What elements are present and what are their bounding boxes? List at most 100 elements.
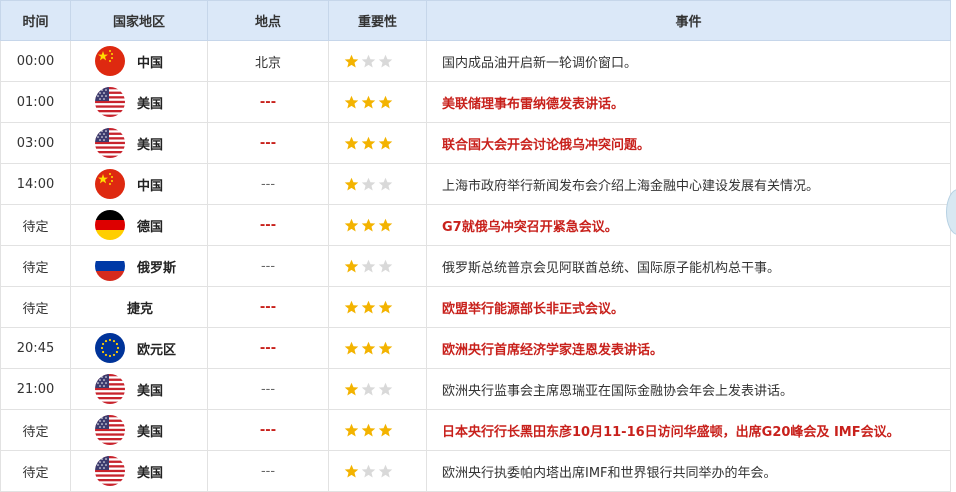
- row-location: ---: [207, 122, 329, 164]
- row-country-cell: 美国: [70, 122, 208, 164]
- row-country-cell: 美国: [70, 409, 208, 451]
- row-time: 待定: [0, 409, 71, 451]
- row-importance: [328, 40, 427, 82]
- row-country-cell: 捷克: [70, 286, 208, 328]
- star-empty-icon: [361, 464, 376, 479]
- china-flag-icon: [95, 169, 125, 199]
- table-row[interactable]: 待定 捷克 --- 欧盟举行能源部长非正式会议。: [0, 286, 951, 328]
- row-country-cell: 美国: [70, 368, 208, 410]
- table-body: 00:00 中国 北京 国内成品油开启新一轮调价窗口。 01:00 美国 ---…: [0, 40, 951, 492]
- star-empty-icon: [378, 54, 393, 69]
- country-name: 中国: [137, 55, 164, 71]
- star-filled-icon: [344, 464, 359, 479]
- country-name: 中国: [137, 178, 164, 194]
- star-filled-icon: [344, 300, 359, 315]
- table-row[interactable]: 待定 俄罗斯 --- 俄罗斯总统普京会见阿联酋总统、国际原子能机构总干事。: [0, 245, 951, 287]
- star-empty-icon: [378, 259, 393, 274]
- table-header-row: 时间 国家地区 地点 重要性 事件: [0, 0, 951, 41]
- usa-flag-icon: [95, 128, 125, 158]
- table-row[interactable]: 00:00 中国 北京 国内成品油开启新一轮调价窗口。: [0, 40, 951, 82]
- table-row[interactable]: 03:00 美国 --- 联合国大会开会讨论俄乌冲突问题。: [0, 122, 951, 164]
- usa-flag-icon: [95, 456, 125, 486]
- country-name: 俄罗斯: [137, 260, 177, 276]
- header-time: 时间: [0, 0, 71, 41]
- table-row[interactable]: 待定 美国 --- 欧洲央行执委帕内塔出席IMF和世界银行共同举办的年会。: [0, 450, 951, 492]
- usa-flag-icon: [95, 87, 125, 117]
- star-filled-icon: [344, 423, 359, 438]
- row-importance: [328, 204, 427, 246]
- china-flag-icon: [95, 46, 125, 76]
- star-filled-icon: [344, 54, 359, 69]
- table-row[interactable]: 21:00 美国 --- 欧洲央行监事会主席恩瑞亚在国际金融协会年会上发表讲话。: [0, 368, 951, 410]
- table-row[interactable]: 01:00 美国 --- 美联储理事布雷纳德发表讲话。: [0, 81, 951, 123]
- usa-flag-icon: [95, 415, 125, 445]
- row-event[interactable]: 俄罗斯总统普京会见阿联酋总统、国际原子能机构总干事。: [426, 245, 951, 287]
- table-row[interactable]: 20:45 欧元区 --- 欧洲央行首席经济学家连恩发表讲话。: [0, 327, 951, 369]
- row-country-cell: 美国: [70, 81, 208, 123]
- row-time: 待定: [0, 245, 71, 287]
- row-event[interactable]: 欧洲央行执委帕内塔出席IMF和世界银行共同举办的年会。: [426, 450, 951, 492]
- row-importance: [328, 286, 427, 328]
- country-name: 美国: [137, 137, 164, 153]
- star-filled-icon: [344, 136, 359, 151]
- row-event[interactable]: 国内成品油开启新一轮调价窗口。: [426, 40, 951, 82]
- row-time: 00:00: [0, 40, 71, 82]
- row-time: 20:45: [0, 327, 71, 369]
- star-filled-icon: [378, 95, 393, 110]
- star-filled-icon: [378, 423, 393, 438]
- star-filled-icon: [361, 423, 376, 438]
- country-name: 美国: [137, 465, 164, 481]
- row-time: 待定: [0, 286, 71, 328]
- row-importance: [328, 163, 427, 205]
- row-country-cell: 美国: [70, 450, 208, 492]
- row-event[interactable]: 美联储理事布雷纳德发表讲话。: [426, 81, 951, 123]
- row-event[interactable]: 欧洲央行监事会主席恩瑞亚在国际金融协会年会上发表讲话。: [426, 368, 951, 410]
- row-event[interactable]: 欧洲央行首席经济学家连恩发表讲话。: [426, 327, 951, 369]
- row-country-cell: 中国: [70, 40, 208, 82]
- economic-calendar-table: 时间 国家地区 地点 重要性 事件 00:00 中国 北京 国内成品油开启新一轮…: [0, 0, 951, 492]
- row-location: ---: [207, 81, 329, 123]
- row-location: ---: [207, 245, 329, 287]
- star-filled-icon: [378, 341, 393, 356]
- eu-flag-icon: [95, 333, 125, 363]
- row-event[interactable]: 欧盟举行能源部长非正式会议。: [426, 286, 951, 328]
- row-importance: [328, 368, 427, 410]
- row-importance: [328, 450, 427, 492]
- table-row[interactable]: 14:00 中国 --- 上海市政府举行新闻发布会介绍上海金融中心建设发展有关情…: [0, 163, 951, 205]
- star-filled-icon: [378, 300, 393, 315]
- row-country-cell: 德国: [70, 204, 208, 246]
- germany-flag-icon: [95, 210, 125, 240]
- star-filled-icon: [378, 136, 393, 151]
- row-importance: [328, 122, 427, 164]
- star-filled-icon: [361, 341, 376, 356]
- row-location: ---: [207, 368, 329, 410]
- row-importance: [328, 245, 427, 287]
- row-location: ---: [207, 286, 329, 328]
- row-event[interactable]: 上海市政府举行新闻发布会介绍上海金融中心建设发展有关情况。: [426, 163, 951, 205]
- country-name: 美国: [137, 383, 164, 399]
- star-filled-icon: [361, 136, 376, 151]
- row-event[interactable]: 日本央行行长黑田东彦10月11-16日访问华盛顿，出席G20峰会及 IMF会议。: [426, 409, 951, 451]
- row-time: 待定: [0, 450, 71, 492]
- star-empty-icon: [361, 382, 376, 397]
- row-location: 北京: [207, 40, 329, 82]
- row-location: ---: [207, 204, 329, 246]
- star-empty-icon: [361, 54, 376, 69]
- star-filled-icon: [378, 218, 393, 233]
- row-importance: [328, 81, 427, 123]
- star-empty-icon: [361, 259, 376, 274]
- table-row[interactable]: 待定 德国 --- G7就俄乌冲突召开紧急会议。: [0, 204, 951, 246]
- table-row[interactable]: 待定 美国 --- 日本央行行长黑田东彦10月11-16日访问华盛顿，出席G20…: [0, 409, 951, 451]
- russia-flag-icon: [95, 251, 125, 281]
- star-filled-icon: [344, 218, 359, 233]
- row-time: 待定: [0, 204, 71, 246]
- header-location: 地点: [207, 0, 329, 41]
- star-empty-icon: [378, 382, 393, 397]
- row-location: ---: [207, 163, 329, 205]
- country-name: 捷克: [127, 301, 154, 317]
- row-location: ---: [207, 409, 329, 451]
- header-event: 事件: [426, 0, 951, 41]
- star-empty-icon: [378, 464, 393, 479]
- row-event[interactable]: G7就俄乌冲突召开紧急会议。: [426, 204, 951, 246]
- row-event[interactable]: 联合国大会开会讨论俄乌冲突问题。: [426, 122, 951, 164]
